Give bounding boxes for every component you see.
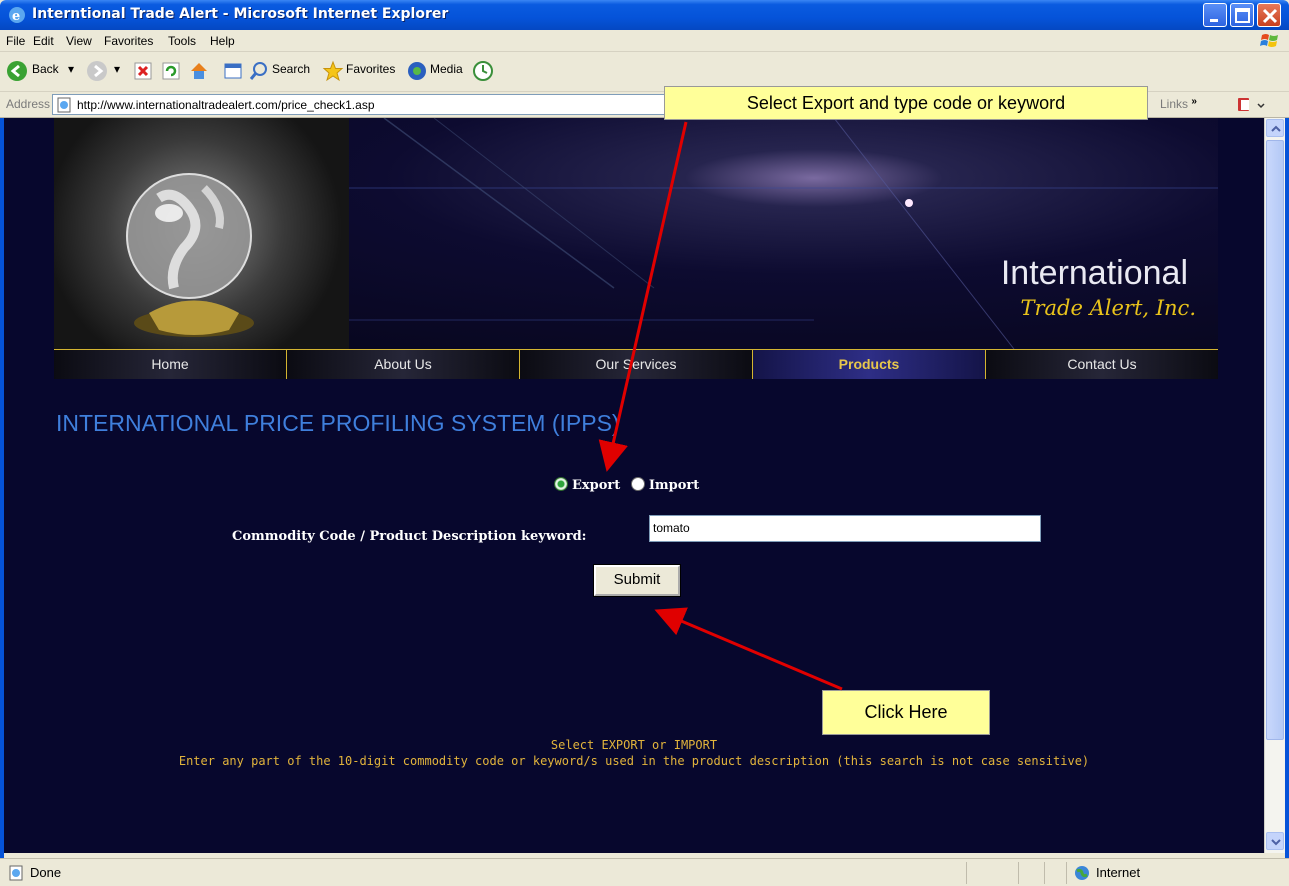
scroll-thumb[interactable]	[1266, 140, 1284, 740]
minimize-button[interactable]	[1203, 3, 1227, 27]
favorites-button[interactable]: Favorites	[346, 62, 395, 76]
status-divider	[966, 862, 967, 884]
brand-name: International	[1000, 254, 1188, 292]
menu-bar: File Edit View Favorites Tools Help	[0, 30, 1289, 52]
hint-line-1: Select EXPORT or IMPORT	[550, 738, 718, 752]
export-radio-label[interactable]: Export	[572, 478, 620, 493]
windows-logo-icon	[1260, 34, 1278, 47]
hint-line-2: Enter any part of the 10-digit commodity…	[178, 754, 1090, 768]
submit-button[interactable]: Submit	[593, 564, 681, 597]
close-icon	[1262, 8, 1278, 24]
status-divider	[1066, 862, 1067, 884]
address-label: Address	[6, 97, 51, 111]
home-icon[interactable]	[188, 60, 210, 82]
history-icon[interactable]	[222, 60, 244, 82]
chevron-up-icon	[1271, 125, 1281, 132]
page-icon	[57, 97, 71, 113]
internet-explorer-icon: e	[9, 7, 25, 24]
menu-edit[interactable]: Edit	[33, 34, 54, 48]
refresh-icon[interactable]	[160, 60, 182, 82]
nav-products[interactable]: Products	[753, 350, 986, 379]
nav-about-us[interactable]: About Us	[287, 350, 520, 379]
media-icon[interactable]	[406, 60, 428, 82]
svg-text:e: e	[12, 9, 20, 24]
vertical-scrollbar[interactable]	[1264, 118, 1285, 853]
export-radio[interactable]	[554, 477, 568, 491]
window-title: Interntional Trade Alert - Microsoft Int…	[32, 6, 449, 22]
scroll-up-button[interactable]	[1266, 119, 1284, 137]
brand-tagline: Trade Alert, Inc.	[1020, 296, 1196, 320]
site-banner: International Trade Alert, Inc.	[54, 118, 1218, 349]
research-icon[interactable]	[1236, 96, 1266, 114]
close-button[interactable]	[1257, 3, 1281, 27]
back-icon[interactable]	[6, 60, 28, 82]
menu-file[interactable]: File	[6, 34, 25, 48]
status-text: Done	[30, 865, 62, 880]
links-button[interactable]: Links »	[1160, 96, 1197, 111]
stop-icon[interactable]	[132, 60, 154, 82]
menu-favorites[interactable]: Favorites	[104, 34, 153, 48]
menu-tools[interactable]: Tools	[168, 34, 196, 48]
back-dropdown-icon[interactable]: ▾	[68, 62, 74, 76]
menu-view[interactable]: View	[66, 34, 92, 48]
nav-contact-us[interactable]: Contact Us	[986, 350, 1218, 379]
page-heading: INTERNATIONAL PRICE PROFILING SYSTEM (IP…	[56, 410, 620, 436]
menu-help[interactable]: Help	[210, 34, 235, 48]
page-done-icon	[9, 865, 23, 881]
maximize-icon	[1235, 8, 1250, 23]
address-url: http://www.internationaltradealert.com/p…	[77, 98, 375, 112]
import-radio-label[interactable]: Import	[649, 478, 699, 493]
window-border-right	[1285, 118, 1289, 858]
nav-home[interactable]: Home	[54, 350, 287, 379]
forward-icon[interactable]	[86, 60, 108, 82]
instruction-callout: Select Export and type code or keyword	[664, 86, 1148, 120]
search-icon[interactable]	[248, 60, 270, 82]
page-viewport: International Trade Alert, Inc. Home Abo…	[4, 118, 1264, 853]
trade-type-radio-group: Export Import	[554, 477, 699, 493]
keyword-label: Commodity Code / Product Description key…	[232, 529, 587, 544]
keyword-input[interactable]: tomato	[649, 515, 1041, 542]
minimize-icon	[1210, 19, 1218, 22]
maximize-button[interactable]	[1230, 3, 1254, 27]
status-divider	[1018, 862, 1019, 884]
scroll-down-button[interactable]	[1266, 832, 1284, 850]
site-nav: Home About Us Our Services Products Cont…	[54, 349, 1218, 379]
internet-zone-label: Internet	[1096, 865, 1141, 880]
media-button[interactable]: Media	[430, 62, 463, 76]
links-label: Links	[1160, 97, 1189, 111]
click-here-callout: Click Here	[822, 690, 990, 735]
title-bar: e Interntional Trade Alert - Microsoft I…	[0, 0, 1289, 30]
import-radio[interactable]	[630, 477, 645, 491]
status-divider	[1044, 862, 1045, 884]
search-button[interactable]: Search	[272, 62, 310, 76]
chevron-right-icon: »	[1191, 96, 1197, 107]
history-clock-icon[interactable]	[472, 60, 494, 82]
chevron-down-icon	[1271, 839, 1281, 846]
nav-our-services[interactable]: Our Services	[520, 350, 753, 379]
favorites-star-icon[interactable]	[322, 60, 344, 82]
back-button[interactable]: Back	[32, 62, 59, 76]
status-bar: Done Internet	[0, 858, 1289, 886]
internet-zone-icon	[1075, 866, 1089, 880]
forward-dropdown-icon[interactable]: ▾	[114, 62, 120, 76]
